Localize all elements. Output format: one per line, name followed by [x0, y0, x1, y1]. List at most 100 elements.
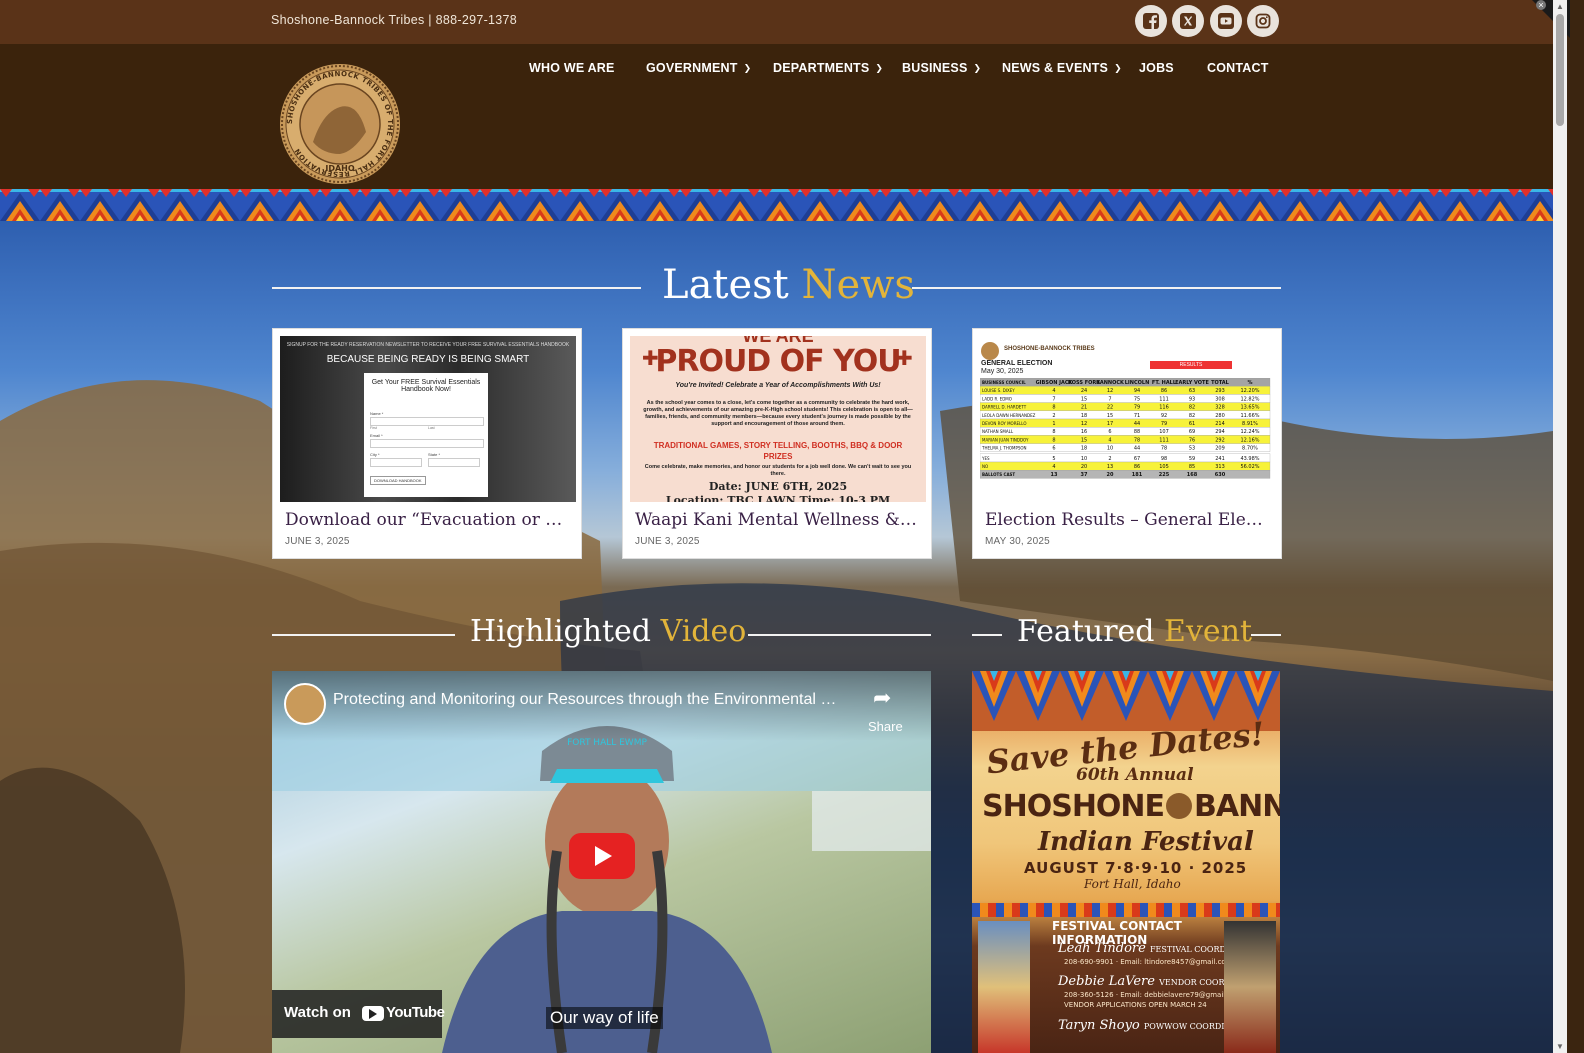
facebook-link[interactable] — [1135, 5, 1167, 37]
election-cell: 15 — [1107, 413, 1113, 419]
election-cell: 308 — [1215, 396, 1225, 402]
election-cell: BANNOCK — [1096, 380, 1125, 386]
election-cell: BUSINESS COUNCIL — [982, 380, 1026, 385]
tribal-seal-logo[interactable]: SHOSHONE-BANNOCK TRIBES OF THE FORT HALL… — [278, 62, 402, 186]
facebook-icon — [1143, 13, 1159, 30]
election-cell: 86 — [1161, 388, 1167, 394]
x-link[interactable] — [1172, 5, 1204, 37]
poster-place: Fort Hall, Idaho — [1084, 877, 1181, 891]
video-title[interactable]: Protecting and Monitoring our Resources … — [333, 691, 847, 709]
election-cell: 4 — [1052, 388, 1055, 394]
election-cell: 2 — [1052, 413, 1055, 419]
featured-event-heading: Featured Event — [1017, 614, 1252, 649]
channel-avatar[interactable] — [284, 683, 326, 725]
election-cell: 630 — [1215, 472, 1226, 478]
election-cell: 293 — [1215, 388, 1225, 394]
nav-label: GOVERNMENT — [646, 61, 738, 75]
election-cell: 7 — [1052, 396, 1055, 402]
thumb-headline: PROUD OF YOU — [655, 344, 901, 379]
youtube-link[interactable] — [1210, 5, 1242, 37]
news-thumbnail-handbook[interactable]: SIGNUP FOR THE READY RESERVATION NEWSLET… — [280, 336, 576, 502]
nav-label: CONTACT — [1207, 61, 1269, 75]
election-cell: 4 — [1052, 464, 1055, 470]
election-cell: 78 — [1161, 446, 1167, 452]
watch-on-youtube-button[interactable]: Watch on YouTube — [272, 990, 445, 1038]
nav-business[interactable]: BUSINESS ❯ — [902, 59, 981, 77]
nav-jobs[interactable]: JOBS — [1139, 59, 1174, 77]
poster-festival: Indian Festival — [1038, 827, 1254, 857]
election-cell: 69 — [1189, 429, 1195, 435]
news-card[interactable]: WE ARE PROUD OF YOU ✚ ✚ You're Invited! … — [622, 328, 932, 559]
play-button[interactable] — [569, 833, 635, 879]
heading-rule-right — [1251, 634, 1281, 636]
nav-departments[interactable]: DEPARTMENTS ❯ — [773, 59, 883, 77]
election-cell: 20 — [1081, 464, 1087, 470]
scroll-down-arrow-icon[interactable]: ▼ — [1556, 1042, 1564, 1051]
news-card-date: JUNE 3, 2025 — [285, 536, 350, 547]
election-cell: 2 — [1108, 456, 1111, 462]
thumb-closing: Come celebrate, make memories, and honor… — [644, 464, 912, 477]
nav-contact[interactable]: CONTACT — [1207, 59, 1269, 77]
election-cell: 13.65% — [1240, 405, 1259, 411]
election-cell: 82 — [1189, 405, 1195, 411]
news-thumbnail-election[interactable]: SHOSHONE-BANNOCK TRIBES GENERAL ELECTION… — [980, 336, 1276, 502]
election-cell: 8 — [1052, 437, 1055, 443]
contact-name: Taryn Shoyo — [1058, 1018, 1140, 1033]
seal-icon — [1166, 793, 1193, 819]
corner-close-icon[interactable]: × — [1536, 0, 1546, 10]
election-cell: 13 — [1051, 472, 1058, 478]
poster-name-left: SHOSHONE — [982, 789, 1165, 824]
election-cell: FT. HALL — [1152, 380, 1177, 386]
election-cell: 241 — [1215, 456, 1225, 462]
nav-government[interactable]: GOVERNMENT ❯ — [646, 59, 751, 77]
contact-detail: 208-360-5126 · Email: debbielavere79@gma… — [1064, 991, 1243, 999]
election-cell: NO — [982, 464, 988, 469]
election-cell: 17 — [1107, 421, 1113, 427]
election-cell: 15 — [1081, 437, 1087, 443]
scroll-up-arrow-icon[interactable]: ▲ — [1556, 2, 1564, 11]
election-cell: 225 — [1159, 472, 1170, 478]
scrollbar-thumb[interactable] — [1556, 14, 1564, 126]
election-cell: 22 — [1107, 405, 1113, 411]
share-label[interactable]: Share — [868, 719, 903, 734]
election-cell: 13 — [1107, 464, 1113, 470]
share-icon[interactable]: ➦ — [873, 685, 891, 711]
heading-rule-left — [272, 287, 641, 289]
election-cell: 59 — [1189, 456, 1195, 462]
thumb-field: First — [370, 426, 377, 430]
news-card[interactable]: SHOSHONE-BANNOCK TRIBES GENERAL ELECTION… — [972, 328, 1282, 559]
election-cell: 12 — [1107, 388, 1113, 394]
news-card-title[interactable]: Waapi Kani Mental Wellness & Resource — [635, 510, 921, 530]
election-cell: 5 — [1052, 456, 1055, 462]
election-cell: LINCOLN — [1125, 380, 1150, 386]
page-scrollbar[interactable]: ▲ ▼ — [1553, 0, 1567, 1053]
thumb-field: Last — [428, 426, 435, 430]
nav-who-we-are[interactable]: WHO WE ARE — [529, 59, 615, 77]
news-thumbnail-proud[interactable]: WE ARE PROUD OF YOU ✚ ✚ You're Invited! … — [630, 336, 926, 502]
nav-news-events[interactable]: NEWS & EVENTS ❯ — [1002, 59, 1122, 77]
election-cell: 43.98% — [1240, 456, 1259, 462]
thumb-form-title: Get Your FREE Survival Essentials Handbo… — [371, 379, 481, 393]
election-cell: 294 — [1215, 429, 1225, 435]
thumb-form: Get Your FREE Survival Essentials Handbo… — [364, 373, 488, 497]
thumb-banner: SIGNUP FOR THE READY RESERVATION NEWSLET… — [286, 342, 570, 348]
youtube-embed[interactable]: FORT HALL EWMP Protecting and Monitoring… — [272, 671, 931, 1053]
election-cell: 24 — [1081, 388, 1087, 394]
watch-on-label: Watch on — [284, 1004, 351, 1021]
election-cell: 105 — [1159, 464, 1169, 470]
highlighted-video-heading: Highlighted Video — [470, 614, 746, 649]
poster-name-right: BANNOCK — [1194, 789, 1280, 824]
festival-poster[interactable]: Save the Dates! 60th Annual SHOSHONE BANN… — [972, 671, 1280, 1053]
election-cell: THELMA J. THOMPSON — [981, 446, 1027, 451]
election-cell: 8 — [1052, 429, 1055, 435]
news-card-date: MAY 30, 2025 — [985, 536, 1050, 547]
election-cell: 168 — [1187, 472, 1198, 478]
news-card-title[interactable]: Download our “Evacuation or Shelter-in-P… — [285, 510, 571, 530]
election-cell: LOUISE S. DIXEY — [982, 388, 1015, 393]
news-card[interactable]: SIGNUP FOR THE READY RESERVATION NEWSLET… — [272, 328, 582, 559]
poster-dates: AUGUST 7·8·9·10 · 2025 — [1024, 859, 1248, 877]
news-card-title[interactable]: Election Results – General Election May … — [985, 510, 1271, 530]
thumb-date-line: Date: JUNE 6TH, 2025 — [708, 480, 848, 493]
instagram-link[interactable] — [1247, 5, 1279, 37]
youtube-icon — [1218, 13, 1234, 29]
